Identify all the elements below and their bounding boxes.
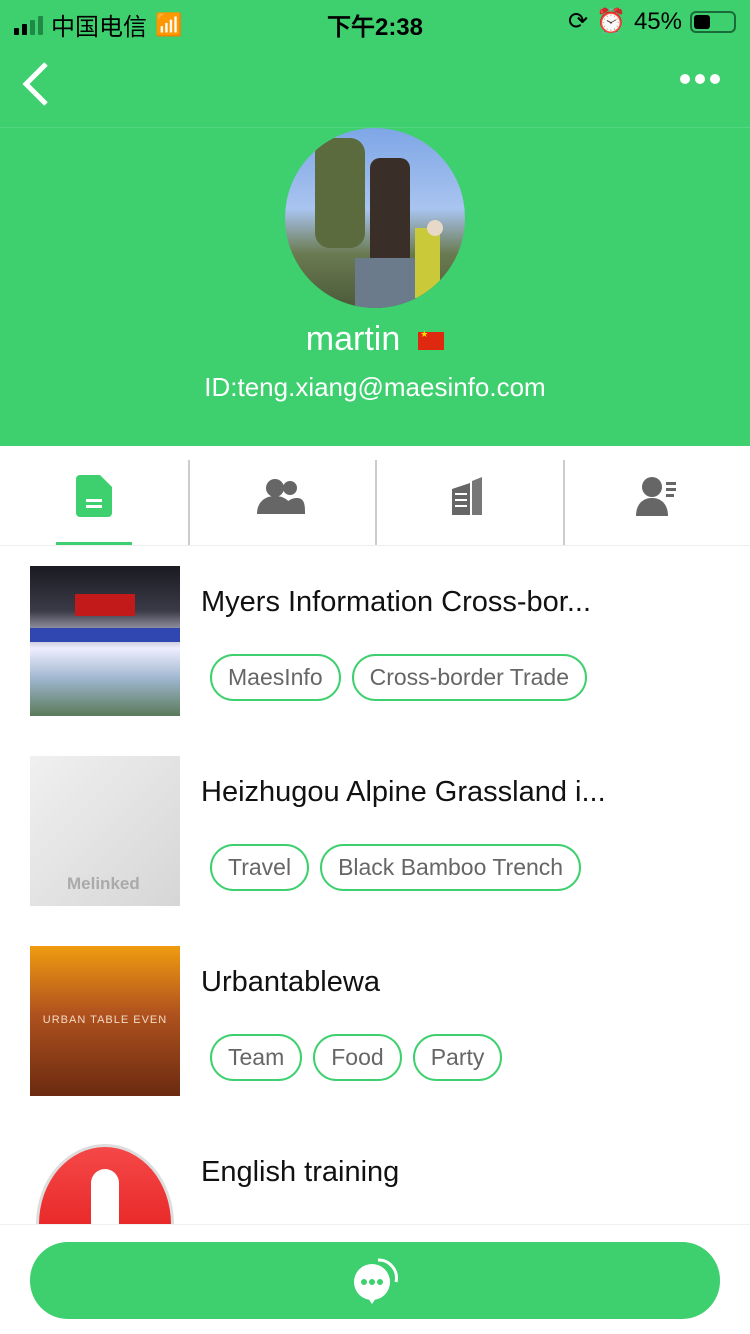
item-thumbnail <box>30 566 180 716</box>
chat-bubble-icon <box>354 1257 398 1304</box>
tab-companies[interactable] <box>375 446 563 545</box>
item-title: Urbantablewa <box>201 966 380 998</box>
thumbnail-logo-text: Melinked <box>67 874 140 893</box>
profile-id: ID:teng.xiang@maesinfo.com <box>204 372 546 402</box>
document-icon <box>75 474 112 517</box>
tab-bar <box>0 446 750 546</box>
bottom-bar <box>0 1224 750 1334</box>
tag[interactable]: Food <box>313 1034 402 1081</box>
item-title: English training <box>201 1156 400 1188</box>
profile-name: martin <box>0 320 750 359</box>
building-icon <box>451 476 482 515</box>
item-title: Heizhugou Alpine Grassland i... <box>201 776 606 808</box>
avatar[interactable] <box>285 128 465 308</box>
more-icon[interactable] <box>680 74 720 84</box>
china-flag-icon <box>418 329 445 351</box>
thumbnail-text: URBAN TABLE EVEN <box>42 1014 168 1026</box>
tag[interactable]: MaesInfo <box>210 654 341 701</box>
tab-contacts[interactable] <box>187 446 376 545</box>
battery-icon <box>690 10 736 33</box>
back-icon[interactable] <box>18 60 58 108</box>
tag[interactable]: Team <box>210 1034 303 1081</box>
profile-header: martin ID:teng.xiang@maesinfo.com <box>0 128 750 446</box>
tab-posts[interactable] <box>0 446 188 545</box>
tab-profile-card[interactable] <box>562 446 750 545</box>
tag[interactable]: Travel <box>210 844 310 891</box>
item-title: Myers Information Cross-bor... <box>201 586 591 618</box>
rotation-lock-icon: ⟳ <box>567 8 589 35</box>
item-thumbnail: Melinked <box>30 756 180 906</box>
battery-percent: 45% <box>633 7 682 35</box>
item-thumbnail: URBAN TABLE EVEN <box>30 946 180 1096</box>
list-item[interactable]: Melinked Heizhugou Alpine Grassland i...… <box>0 756 750 946</box>
nav-bar <box>0 40 750 128</box>
list-item[interactable]: URBAN TABLE EVEN Urbantablewa Team Food Pa… <box>0 946 750 1136</box>
alarm-icon: ⏰ <box>596 8 626 35</box>
list-item[interactable]: Myers Information Cross-bor... MaesInfo C… <box>0 566 750 756</box>
contacts-icon <box>257 478 306 514</box>
tag[interactable]: Black Bamboo Trench <box>320 844 582 891</box>
status-bar: 中国电信 📶 下午2:38 ⟳ ⏰ 45% <box>0 0 750 41</box>
tag[interactable]: Party <box>412 1034 503 1081</box>
chat-button[interactable] <box>30 1242 720 1319</box>
user-card-icon <box>636 476 677 516</box>
tag[interactable]: Cross-border Trade <box>351 654 588 701</box>
